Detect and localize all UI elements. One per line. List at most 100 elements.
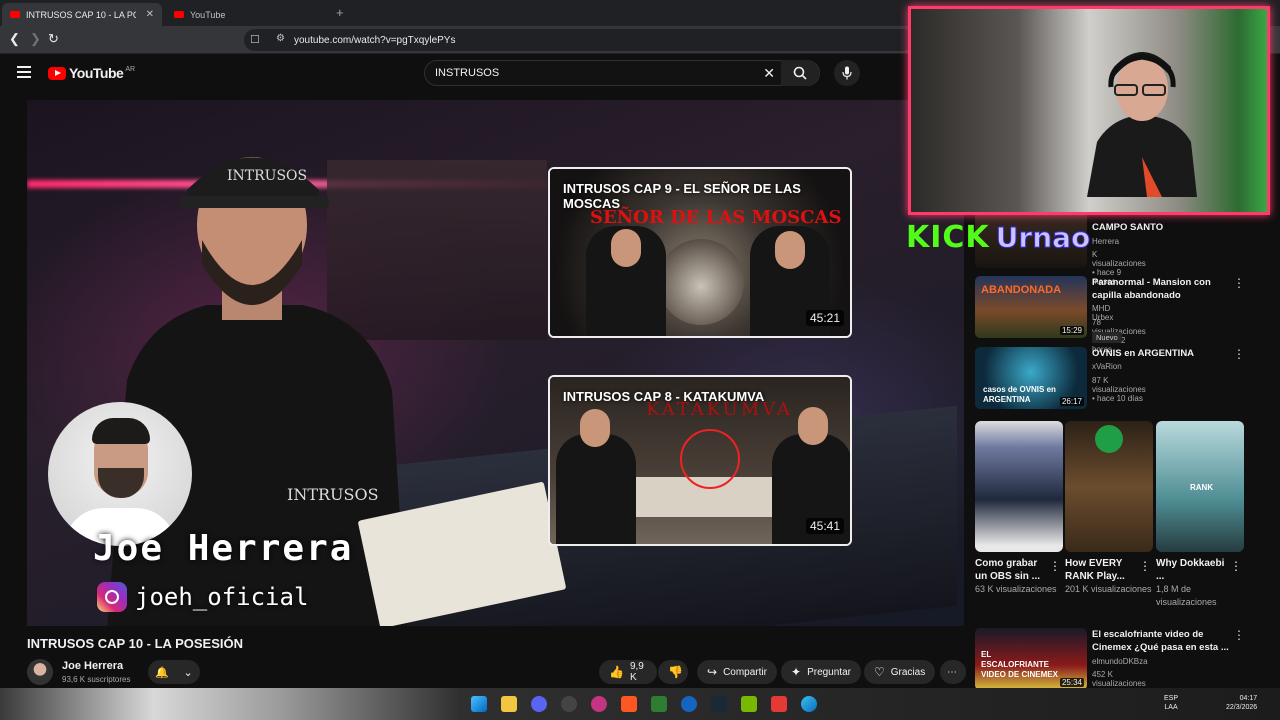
more-options-icon[interactable]: ⋮ [1233, 276, 1245, 290]
forward-button[interactable]: ❯ [30, 31, 41, 47]
close-tab-icon[interactable]: ✕ [146, 9, 154, 20]
thumbnail-text: EL ESCALOFRIANTE VIDEO DE CINEMEX [981, 650, 1058, 679]
address-bar[interactable]: ☐ ⚙ youtube.com/watch?v=pgTxqylePYs [244, 29, 914, 51]
search-button[interactable] [781, 60, 819, 86]
end-card-video-1[interactable]: SEÑOR DE LAS MOSCAS INTRUSOS CAP 9 - EL … [548, 167, 852, 338]
dislike-button[interactable]: 👎 [658, 660, 688, 684]
thanks-heart-icon: ♡ [874, 665, 885, 679]
share-label: Compartir [723, 666, 767, 678]
thumbnail-text: ABANDONADA [981, 284, 1062, 296]
more-options-icon[interactable]: ⋮ [1233, 628, 1245, 642]
short-title: How EVERY RANK Play... [1065, 558, 1125, 582]
instagram-handle-text: joeh_oficial [135, 583, 309, 611]
bookmark-icon[interactable]: ☐ [250, 33, 260, 46]
like-count: 9,9 K [629, 661, 644, 683]
short-thumbnail: RANK [1156, 421, 1244, 552]
video-duration: 25:34 [1059, 678, 1084, 687]
instagram-icon [97, 582, 127, 612]
instagram-app-icon[interactable] [591, 696, 607, 712]
new-tab-button[interactable]: + [336, 5, 344, 20]
video-thumbnail: EL ESCALOFRIANTE VIDEO DE CINEMEX 25:34 [975, 628, 1087, 690]
language-indicator[interactable]: ESP LAA [1164, 694, 1178, 712]
short-thumbnail [1065, 421, 1153, 552]
keyboard-region: LAA [1164, 704, 1178, 711]
discord-icon[interactable] [531, 696, 547, 712]
file-explorer-icon[interactable] [501, 696, 517, 712]
obs-icon[interactable] [561, 696, 577, 712]
thanks-label: Gracias [890, 666, 926, 678]
short-title: Why Dokkaebi ... [1156, 558, 1225, 582]
end-card-video-2[interactable]: KATAKUMVA INTRUSOS CAP 8 - KATAKUMVA 45:… [548, 375, 852, 546]
video-title: INTRUSOS CAP 10 - LA POSESIÓN [27, 636, 243, 651]
search-input[interactable]: INSTRUSOS [435, 67, 499, 79]
video-player[interactable]: INTRUSOS INTRUSOS Joe Herrera joeh_ofici… [27, 100, 964, 626]
svg-text:INTRUSOS: INTRUSOS [227, 168, 307, 184]
end-card-title: INTRUSOS CAP 9 - EL SEÑOR DE LAS MOSCAS [563, 181, 801, 211]
tab-intrusos[interactable]: INTRUSOS CAP 10 - LA POSESIÓN ✕ [2, 3, 162, 26]
system-clock[interactable]: 04:17 22/3/2026 [1226, 694, 1257, 712]
clear-search-icon[interactable]: ✕ [763, 65, 775, 82]
tab-youtube[interactable]: YouTube [166, 3, 326, 26]
menu-icon[interactable] [17, 66, 31, 78]
video-title: El escalofriante video de Cinemex ¿Qué p… [1092, 629, 1229, 653]
short-item[interactable]: Como grabar un OBS sin ... 63 K visualiz… [975, 421, 1063, 596]
url-text: youtube.com/watch?v=pgTxqylePYs [294, 34, 456, 46]
tab-label: YouTube [190, 9, 226, 20]
app-icon[interactable] [771, 696, 787, 712]
share-button[interactable]: ↪ Compartir [697, 660, 777, 684]
app-icon[interactable] [651, 696, 667, 712]
video-title: CAMPO SANTO [1092, 222, 1164, 233]
short-views: 63 K visualizaciones [975, 584, 1057, 594]
youtube-logo[interactable]: YouTube AR [48, 65, 135, 81]
channel-avatar[interactable] [27, 659, 53, 685]
search-box[interactable]: INSTRUSOS ✕ [424, 60, 820, 86]
channel-name[interactable]: Joe Herrera [62, 660, 123, 672]
windows-start-icon[interactable] [471, 696, 487, 712]
tab-label: INTRUSOS CAP 10 - LA POSESIÓN [26, 9, 136, 20]
thumbs-down-icon: 👎 [668, 665, 683, 679]
end-card-duration: 45:21 [805, 310, 844, 326]
edge-browser-icon[interactable] [801, 696, 817, 712]
youtube-favicon-icon [10, 11, 20, 18]
like-button[interactable]: 👍 9,9 K [599, 660, 657, 684]
channel-name: Herrera [1092, 237, 1120, 246]
more-options-icon[interactable]: ⋮ [1230, 559, 1242, 573]
end-card-duration: 45:41 [805, 518, 844, 534]
windows-taskbar [0, 688, 1280, 720]
short-item[interactable]: RANK Why Dokkaebi ... 1,8 M de visualiza… [1156, 421, 1244, 609]
presenter-photo-bubble [48, 402, 192, 546]
logo-wordmark: YouTube [69, 65, 124, 81]
new-badge: Nuevo [1092, 332, 1122, 343]
more-options-icon[interactable]: ⋮ [1139, 559, 1151, 573]
presenter-name-overlay: Joe Herrera [93, 528, 354, 569]
thumbs-up-icon: 👍 [609, 665, 624, 679]
steam-icon[interactable] [711, 696, 727, 712]
short-title: Como grabar un OBS sin ... [975, 558, 1041, 582]
subscriber-count: 93,6 K suscriptores [62, 675, 131, 684]
brave-browser-icon[interactable] [621, 696, 637, 712]
share-icon: ↪ [707, 665, 718, 679]
instagram-handle-overlay: joeh_oficial [97, 582, 308, 612]
subscription-bell-button[interactable]: 🔔 ⌄ [148, 660, 200, 684]
language-code: ESP [1164, 695, 1179, 702]
video-thumbnail: casos de OVNIS en ARGENTINA 26:17 [975, 347, 1087, 409]
more-icon: ⋯ [947, 666, 957, 678]
voice-search-button[interactable] [834, 60, 860, 86]
site-info-icon[interactable]: ⚙ [276, 33, 285, 44]
more-actions-button[interactable]: ⋯ [940, 660, 966, 684]
more-options-icon[interactable]: ⋮ [1049, 559, 1061, 573]
skull-circle [680, 429, 740, 489]
video-title: OVNIS en ARGENTINA [1092, 348, 1195, 359]
thanks-button[interactable]: ♡ Gracias [864, 660, 936, 684]
back-button[interactable]: ❮ [9, 31, 20, 47]
ask-button[interactable]: ✦ Preguntar [781, 660, 861, 684]
short-item[interactable]: How EVERY RANK Play... 201 K visualizaci… [1065, 421, 1153, 596]
app-icon[interactable] [681, 696, 697, 712]
streamer-webcam-overlay [908, 6, 1270, 215]
short-views: 1,8 M de visualizaciones [1156, 584, 1217, 607]
video-title: Paranormal - Mansion con capilla abandon… [1092, 277, 1211, 301]
reload-button[interactable]: ↻ [48, 31, 59, 47]
more-options-icon[interactable]: ⋮ [1233, 347, 1245, 361]
nvidia-icon[interactable] [741, 696, 757, 712]
short-views: 201 K visualizaciones [1065, 584, 1152, 594]
